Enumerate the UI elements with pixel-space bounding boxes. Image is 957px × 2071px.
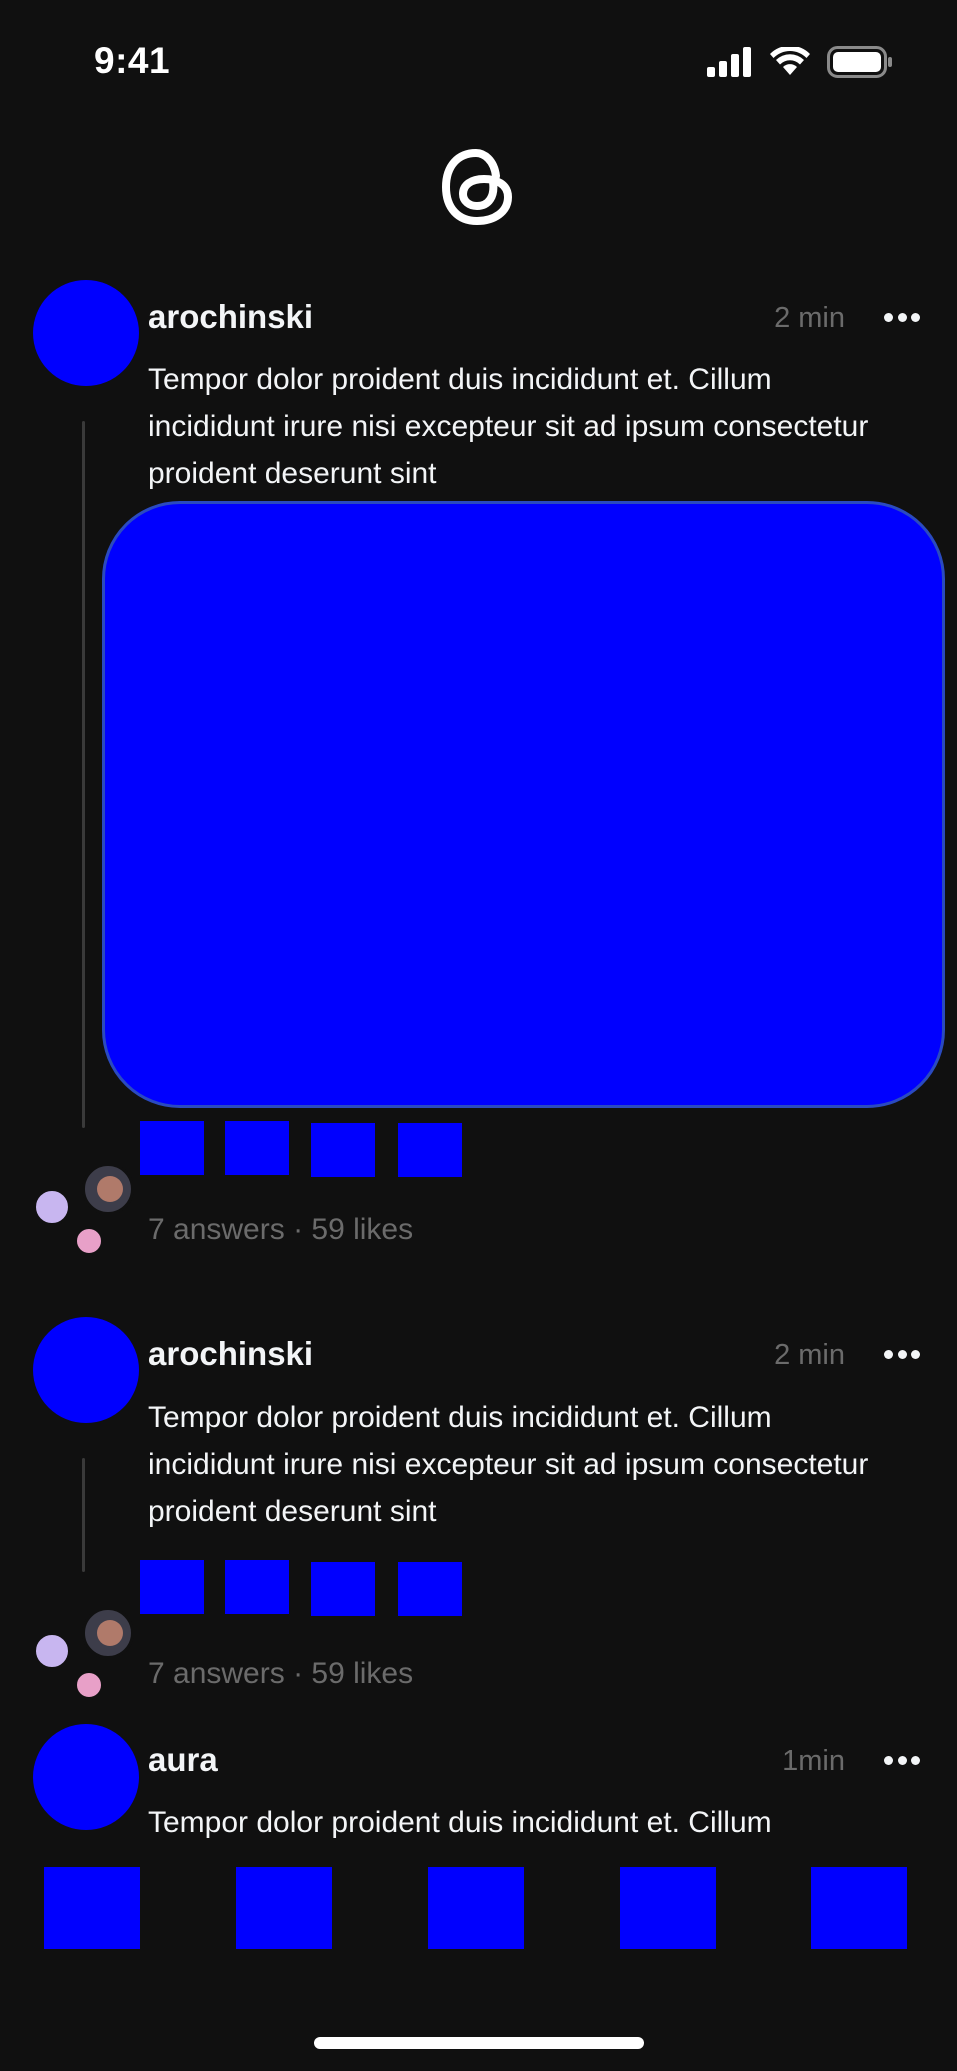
post-text: Tempor dolor proident duis incididunt et… [148,1401,869,1528]
like-icon[interactable] [140,1560,204,1614]
status-time: 9:41 [94,40,171,81]
reply-avatar [74,1670,104,1700]
post-username[interactable]: aura [148,1741,218,1779]
search-icon[interactable] [236,1867,332,1949]
reply-avatar [82,1607,134,1659]
post-time: 2 min [774,302,845,334]
wifi-icon [770,47,810,75]
profile-icon[interactable] [811,1867,907,1949]
post-media[interactable] [102,501,945,1108]
reply-avatar [74,1226,104,1256]
more-options-icon[interactable] [884,1349,920,1359]
cellular-signal-icon [707,47,751,77]
post-username[interactable]: arochinski [148,1335,313,1373]
share-icon[interactable] [398,1562,462,1616]
like-icon[interactable] [140,1121,204,1175]
share-icon[interactable] [398,1123,462,1177]
new-thread-icon[interactable] [428,1867,524,1949]
post-time: 1min [782,1745,845,1777]
threads-logo-icon[interactable] [438,146,516,228]
more-options-icon[interactable] [884,1755,920,1765]
avatar[interactable] [33,1724,139,1830]
post-stats[interactable]: 7 answers · 59 likes [148,1657,413,1691]
reply-avatar [82,1163,134,1215]
reply-avatar [33,1188,71,1226]
home-icon[interactable] [44,1867,140,1949]
repost-icon[interactable] [311,1562,375,1616]
avatar[interactable] [33,1317,139,1423]
comment-icon[interactable] [225,1121,289,1175]
more-options-icon[interactable] [884,312,920,322]
avatar[interactable] [33,280,139,386]
home-indicator[interactable] [314,2037,644,2049]
post-stats[interactable]: 7 answers · 59 likes [148,1213,413,1247]
comment-icon[interactable] [225,1560,289,1614]
repost-icon[interactable] [311,1123,375,1177]
reply-avatar [33,1632,71,1670]
post-text: Tempor dolor proident duis incididunt et… [148,363,869,490]
status-icons [707,46,893,78]
battery-icon [827,46,892,78]
post-text: Tempor dolor proident duis incididunt et… [148,1806,772,1839]
post-username[interactable]: arochinski [148,298,313,336]
activity-icon[interactable] [620,1867,716,1949]
thread-line [82,1458,85,1572]
thread-line [82,421,85,1128]
post-time: 2 min [774,1339,845,1371]
